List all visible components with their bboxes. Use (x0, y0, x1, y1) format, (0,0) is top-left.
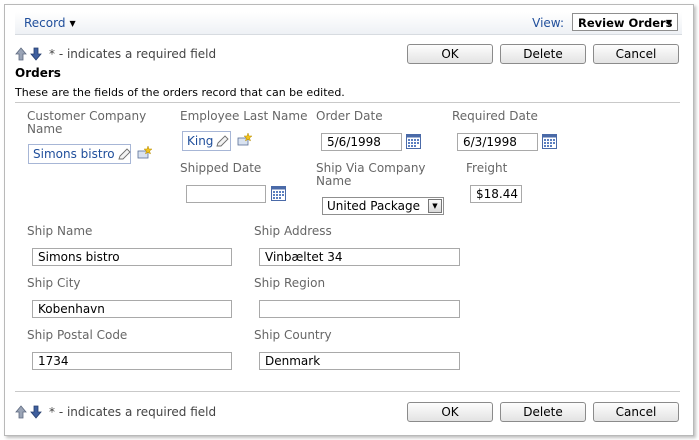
required-field-note: * - indicates a required field (49, 405, 217, 419)
employee-last-name-lookup[interactable]: King (182, 131, 231, 151)
delete-button[interactable]: Delete (500, 402, 586, 422)
arrow-up-icon[interactable] (15, 405, 27, 419)
ship-postal-code-label: Ship Postal Code (27, 328, 128, 342)
ok-button[interactable]: OK (407, 44, 493, 64)
ship-via-label: Ship Via Company Name (316, 162, 426, 188)
ship-name-input[interactable]: Simons bistro (32, 248, 232, 266)
new-item-icon[interactable] (137, 146, 153, 160)
arrow-down-icon[interactable] (30, 405, 42, 419)
ship-name-label: Ship Name (27, 224, 93, 238)
bottom-divider (15, 391, 680, 392)
ship-via-value: United Package (327, 199, 420, 213)
freight-input[interactable]: $18.44 (470, 185, 522, 203)
ok-button[interactable]: OK (407, 402, 493, 422)
order-date-label: Order Date (316, 109, 383, 123)
chevron-down-icon[interactable]: ▼ (428, 199, 442, 213)
required-date-input[interactable]: 6/3/1998 (457, 133, 538, 151)
order-date-input[interactable]: 5/6/1998 (321, 133, 402, 151)
employee-last-name-label: Employee Last Name (180, 109, 308, 123)
action-bar: Record ▼ View: Review Orders ▼ (15, 12, 682, 35)
ship-via-select[interactable]: United Package ▼ (322, 197, 444, 215)
customer-company-name-lookup[interactable]: Simons bistro (28, 144, 131, 164)
customer-company-name-label: Customer Company Name (27, 110, 146, 136)
calendar-icon[interactable] (406, 134, 421, 149)
arrow-up-icon[interactable] (15, 47, 27, 61)
pencil-icon[interactable] (117, 148, 132, 160)
ship-address-input[interactable]: Vinbæltet 34 (259, 248, 460, 266)
pencil-icon[interactable] (216, 135, 230, 147)
section-description: These are the fields of the orders recor… (15, 86, 345, 99)
chevron-down-icon: ▼ (665, 18, 672, 27)
section-title: Orders (15, 66, 61, 80)
required-date-label: Required Date (452, 109, 538, 123)
ship-country-input[interactable]: Denmark (259, 352, 460, 370)
new-item-icon[interactable] (237, 133, 253, 147)
shipped-date-input[interactable] (186, 185, 266, 203)
ship-country-label: Ship Country (254, 328, 332, 342)
customer-company-name-label-line2: Name (27, 122, 63, 136)
record-menu[interactable]: Record ▼ (24, 16, 76, 30)
top-navigation-bar: * - indicates a required field (15, 45, 216, 63)
bottom-navigation-bar: * - indicates a required field (15, 403, 216, 421)
form-frame (4, 4, 694, 436)
shipped-date-label: Shipped Date (180, 161, 262, 175)
ship-via-label-line2: Name (316, 174, 352, 188)
calendar-icon[interactable] (542, 134, 557, 149)
view-label: View: (532, 16, 564, 30)
ship-city-label: Ship City (27, 276, 81, 290)
required-field-note: * - indicates a required field (49, 47, 217, 61)
arrow-down-icon[interactable] (30, 47, 42, 61)
section-divider (15, 102, 680, 103)
cancel-button[interactable]: Cancel (593, 402, 679, 422)
ship-region-label: Ship Region (254, 276, 326, 290)
ship-region-input[interactable] (259, 300, 460, 318)
customer-company-name-value: Simons bistro (33, 147, 115, 161)
delete-button[interactable]: Delete (500, 44, 586, 64)
ship-postal-code-input[interactable]: 1734 (32, 352, 232, 370)
employee-last-name-value: King (187, 134, 214, 148)
ship-address-label: Ship Address (254, 224, 332, 238)
view-selector[interactable]: Review Orders ▼ (572, 13, 678, 31)
calendar-icon[interactable] (271, 186, 286, 201)
ship-city-input[interactable]: Kobenhavn (32, 300, 232, 318)
record-menu-label: Record (24, 16, 66, 30)
chevron-down-icon: ▼ (69, 19, 76, 28)
freight-label: Freight (466, 161, 508, 175)
view-selector-value: Review Orders (578, 16, 673, 30)
cancel-button[interactable]: Cancel (593, 44, 679, 64)
